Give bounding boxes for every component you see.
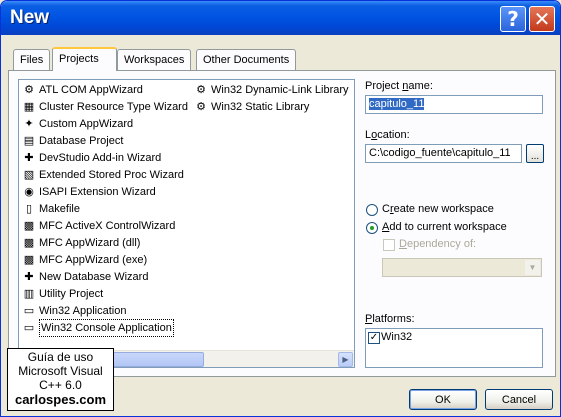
new-dialog: New ? ✕ Files Projects Workspaces Other …	[0, 0, 561, 417]
list-item[interactable]: ▭ Win32 Application	[21, 303, 127, 319]
list-item-label: MFC ActiveX ControlWizard	[39, 220, 176, 232]
platforms-label: Platforms:	[365, 313, 415, 325]
location-label: Location:	[365, 129, 410, 141]
scroll-right-button[interactable]: ▶	[338, 352, 353, 367]
list-item-label: Win32 Application	[39, 305, 127, 317]
list-item[interactable]: ▩ MFC AppWizard (exe)	[21, 252, 147, 268]
dependency-select[interactable]: ▼	[382, 258, 542, 277]
watermark-site: carlospes.com	[14, 392, 107, 407]
ok-label: OK	[435, 393, 451, 406]
list-item[interactable]: ⚙ ATL COM AppWizard	[21, 82, 143, 98]
new-db-icon: ✚	[24, 270, 34, 283]
list-item-label: New Database Wizard	[39, 271, 149, 283]
list-item-label: Extended Stored Proc Wizard	[39, 169, 184, 181]
atl-icon: ⚙	[24, 83, 34, 96]
mfc-dll-icon: ▩	[23, 236, 35, 249]
list-item-label: Database Project	[39, 135, 124, 147]
list-item-label: Utility Project	[39, 288, 104, 300]
dependency-checkbox[interactable]	[383, 239, 395, 251]
project-name-input[interactable]: capitulo_11	[365, 95, 543, 114]
close-button[interactable]: ✕	[529, 6, 555, 32]
list-item-label: MFC AppWizard (dll)	[39, 237, 141, 249]
list-item[interactable]: ⚙ Win32 Static Library	[193, 99, 309, 115]
add-workspace-radio[interactable]	[366, 222, 378, 234]
watermark: Guía de uso Microsoft Visual C++ 6.0 car…	[7, 348, 114, 411]
list-item[interactable]: ▩ MFC ActiveX ControlWizard	[21, 218, 176, 234]
help-icon: ?	[507, 7, 519, 31]
stored-proc-icon: ▧	[23, 168, 35, 181]
list-item[interactable]: ✚ New Database Wizard	[21, 269, 148, 285]
list-item[interactable]: ▥ Utility Project	[21, 286, 103, 302]
tab-projects[interactable]: Projects	[52, 47, 117, 71]
project-name-label: Project name:	[365, 80, 433, 92]
list-item[interactable]: ▧ Extended Stored Proc Wizard	[21, 167, 184, 183]
list-item[interactable]: ▤ Database Project	[21, 133, 124, 149]
list-item-label: ISAPI Extension Wizard	[39, 186, 156, 198]
tab-workspaces[interactable]: Workspaces	[117, 49, 192, 70]
dependency-label: Dependency of:	[399, 238, 477, 250]
win32-platform-label: Win32	[381, 331, 413, 343]
list-item[interactable]: ▯ Makefile	[21, 201, 80, 217]
list-item-selected[interactable]: ▭ Win32 Console Application	[21, 319, 174, 337]
addin-icon: ✚	[24, 151, 34, 164]
list-item-label: Makefile	[39, 203, 80, 215]
list-item-label: Win32 Dynamic-Link Library	[211, 84, 349, 96]
close-icon: ✕	[533, 7, 551, 31]
create-workspace-radio[interactable]	[366, 204, 378, 216]
title-bar[interactable]: New ? ✕	[1, 1, 560, 35]
list-item-label: ATL COM AppWizard	[39, 84, 143, 96]
list-item[interactable]: ◉ ISAPI Extension Wizard	[21, 184, 156, 200]
isapi-icon: ◉	[24, 185, 34, 198]
win32-app-icon: ▭	[23, 304, 35, 317]
tab-workspaces-label: Workspaces	[124, 54, 185, 66]
list-item-label: Custom AppWizard	[39, 118, 134, 130]
create-workspace-label[interactable]: Create new workspace	[382, 203, 494, 215]
list-item-label: Win32 Console Application	[39, 319, 174, 337]
activex-icon: ▩	[23, 219, 35, 232]
browse-button[interactable]: ...	[526, 144, 544, 163]
custom-wizard-icon: ✦	[24, 117, 34, 130]
location-input[interactable]: C:\codigo_fuente\capitulo_11	[365, 144, 522, 163]
list-item[interactable]: ✚ DevStudio Add-in Wizard	[21, 150, 161, 166]
win32-platform-checkbox[interactable]: ✓	[368, 332, 380, 344]
help-button[interactable]: ?	[500, 6, 526, 32]
list-item[interactable]: ▩ MFC AppWizard (dll)	[21, 235, 141, 251]
tab-other-documents-label: Other Documents	[203, 54, 290, 66]
database-icon: ▤	[23, 134, 35, 147]
console-icon: ▭	[23, 321, 35, 334]
cluster-icon: ▦	[23, 100, 35, 113]
list-item[interactable]: ⚙ Win32 Dynamic-Link Library	[193, 82, 349, 98]
mfc-exe-icon: ▩	[23, 253, 35, 266]
chevron-down-icon: ▼	[525, 260, 540, 275]
list-item-label: MFC AppWizard (exe)	[39, 254, 148, 266]
static-lib-icon: ⚙	[196, 100, 206, 113]
utility-icon: ▥	[23, 287, 35, 300]
tab-projects-label: Projects	[59, 53, 99, 65]
cancel-label: Cancel	[501, 393, 537, 406]
cancel-button[interactable]: Cancel	[485, 389, 553, 410]
platforms-list[interactable]: ✓ Win32	[365, 328, 543, 368]
list-item[interactable]: ▦ Cluster Resource Type Wizard	[21, 99, 188, 115]
project-type-list[interactable]: ⚙ ATL COM AppWizard ▦ Cluster Resource Typ…	[18, 79, 355, 368]
watermark-line: Microsoft Visual	[18, 364, 103, 378]
watermark-line: C++ 6.0	[39, 378, 82, 392]
project-name-value: capitulo_11	[369, 98, 425, 110]
tab-other-documents[interactable]: Other Documents	[196, 49, 297, 70]
location-value: C:\codigo_fuente\capitulo_11	[369, 147, 511, 159]
ok-button[interactable]: OK	[409, 389, 477, 410]
tab-files[interactable]: Files	[13, 49, 51, 70]
dll-icon: ⚙	[196, 83, 206, 96]
list-item-label: Cluster Resource Type Wizard	[39, 101, 188, 113]
tab-files-label: Files	[20, 54, 44, 66]
window-title: New	[10, 7, 50, 28]
watermark-line: Guía de uso	[27, 350, 94, 364]
browse-label: ...	[530, 151, 540, 162]
add-workspace-label[interactable]: Add to current workspace	[382, 221, 507, 233]
arrow-right-icon: ▶	[342, 355, 349, 364]
list-item[interactable]: ✦ Custom AppWizard	[21, 116, 133, 132]
list-item-label: Win32 Static Library	[211, 101, 310, 113]
list-item-label: DevStudio Add-in Wizard	[39, 152, 162, 164]
makefile-icon: ▯	[25, 202, 33, 215]
